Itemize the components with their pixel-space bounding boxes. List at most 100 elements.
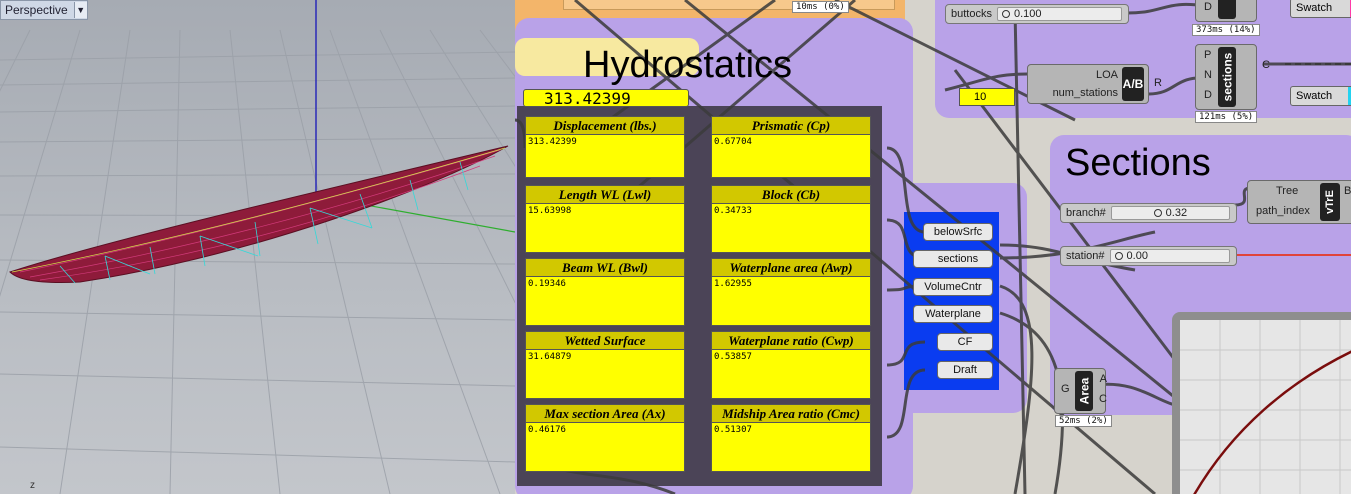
panel-label: Prismatic (Cp) <box>712 117 870 135</box>
graph-curve <box>1193 350 1351 494</box>
chevron-down-icon[interactable]: ▼ <box>73 2 87 18</box>
d-input: D <box>1204 1 1212 13</box>
area-component[interactable]: G Area A C <box>1054 368 1107 414</box>
area-block: Area <box>1075 371 1093 411</box>
output-cf[interactable]: CF <box>937 333 993 351</box>
sections-component[interactable]: P N D sections C <box>1195 44 1270 110</box>
sections-comp-text: sections <box>1220 52 1234 102</box>
main-value-panel[interactable]: 313.42399 <box>523 88 689 108</box>
axis-label: z <box>30 480 35 491</box>
path-index-input: path_index <box>1256 205 1310 217</box>
panel-value: 0.46176 <box>528 425 566 435</box>
output-waterplane[interactable]: Waterplane <box>913 305 993 323</box>
section-input-d: D <box>1204 89 1212 101</box>
panel-max-section-area[interactable]: Max section Area (Ax) 0.46176 <box>525 404 685 472</box>
area-input-g: G <box>1061 383 1070 395</box>
hydrostatics-title: Hydrostatics <box>583 44 793 86</box>
r-output: R <box>1154 77 1162 89</box>
branch-slider[interactable]: branch# 0.32 <box>1060 203 1237 223</box>
vtre-block: vTrE <box>1320 183 1340 221</box>
panel-value: 0.51307 <box>714 425 752 435</box>
panel-value: 15.63998 <box>528 206 572 216</box>
area-label: Area <box>1077 377 1091 405</box>
area-output-a: A <box>1099 373 1107 385</box>
output-belowsrfc[interactable]: belowSrfc <box>923 223 993 241</box>
ab-component[interactable]: LOA num_stations A/B R <box>1027 64 1162 104</box>
panel-label: Waterplane area (Awp) <box>712 259 870 277</box>
panel-length-wl[interactable]: Length WL (Lwl) 15.63998 <box>525 185 685 253</box>
slider-track[interactable]: 0.32 <box>1110 206 1230 220</box>
section-input-p: P <box>1204 49 1212 61</box>
sections-comp-label: sections <box>1218 47 1236 107</box>
panel-value: 0.19346 <box>528 279 566 289</box>
panel-label: Waterplane ratio (Cwp) <box>712 332 870 350</box>
panel-label: Displacement (lbs.) <box>526 117 684 135</box>
panel-value: 0.53857 <box>714 352 752 362</box>
panel-displacement[interactable]: Displacement (lbs.) 313.42399 <box>525 116 685 178</box>
d-component[interactable]: D <box>1195 0 1257 22</box>
slider-label: station# <box>1066 250 1105 262</box>
panel-label: Wetted Surface <box>526 332 684 350</box>
panel-label: Max section Area (Ax) <box>526 405 684 423</box>
panel-label: Beam WL (Bwl) <box>526 259 684 277</box>
sections-title: Sections <box>1065 142 1211 184</box>
panel-label: Length WL (Lwl) <box>526 186 684 204</box>
panel-waterplane-ratio[interactable]: Waterplane ratio (Cwp) 0.53857 <box>711 331 871 399</box>
area-output-c: C <box>1099 393 1107 405</box>
tree-output: Br <box>1344 185 1351 197</box>
panel-value: 31.64879 <box>528 352 572 362</box>
section-input-n: N <box>1204 69 1212 81</box>
output-label: sections <box>937 253 979 265</box>
buttocks-slider[interactable]: buttocks 0.100 <box>945 4 1129 24</box>
panel-value: 313.42399 <box>528 137 577 147</box>
ab-label: A/B <box>1122 67 1144 101</box>
graph-plot <box>1180 320 1351 494</box>
slider-track[interactable]: 0.00 <box>1109 249 1230 263</box>
swatch-component[interactable]: Swatch <box>1290 86 1351 106</box>
loa-input: LOA <box>1095 69 1118 81</box>
output-volumecntr[interactable]: VolumeCntr <box>913 278 993 296</box>
swatch-label: Swatch <box>1296 90 1333 102</box>
slider-value: 0.32 <box>1165 207 1188 219</box>
output-label: VolumeCntr <box>924 281 982 293</box>
graph-component[interactable] <box>1172 312 1351 494</box>
panel-midship-area-ratio[interactable]: Midship Area ratio (Cmc) 0.51307 <box>711 404 871 472</box>
rhino-viewport[interactable]: Perspective ▼ z <box>0 0 515 494</box>
timing-label: 52ms (2%) <box>1055 415 1112 427</box>
output-sections[interactable]: sections <box>913 250 993 268</box>
output-label: belowSrfc <box>933 226 983 238</box>
section-output-c: C <box>1262 59 1270 71</box>
output-label: CF <box>957 336 973 348</box>
num-stations-panel[interactable]: 10 <box>959 88 1015 106</box>
main-value: 313.42399 <box>544 88 631 108</box>
slider-value: 0.100 <box>1013 8 1042 20</box>
panel-prismatic[interactable]: Prismatic (Cp) 0.67704 <box>711 116 871 178</box>
timing-label: 10ms (0%) <box>792 1 849 13</box>
panel-label: Block (Cb) <box>712 186 870 204</box>
panel-wetted-surface[interactable]: Wetted Surface 31.64879 <box>525 331 685 399</box>
panel-beam-wl[interactable]: Beam WL (Bwl) 0.19346 <box>525 258 685 326</box>
swatch-component[interactable]: Swatch <box>1290 0 1351 18</box>
slider-track[interactable]: 0.100 <box>996 7 1122 21</box>
slider-value: 0.00 <box>1126 250 1148 262</box>
vtre-text: vTrE <box>1324 190 1337 214</box>
tree-component[interactable]: Tree path_index vTrE Br <box>1247 180 1351 224</box>
swatch-label: Swatch <box>1296 2 1333 14</box>
station-slider[interactable]: station# 0.00 <box>1060 246 1237 266</box>
panel-value: 1.62955 <box>714 279 752 289</box>
panel-value: 0.67704 <box>714 137 752 147</box>
slider-label: buttocks <box>951 8 992 20</box>
panel-value: 0.34733 <box>714 206 752 216</box>
viewport-tab[interactable]: Perspective ▼ <box>0 0 88 20</box>
panel-block[interactable]: Block (Cb) 0.34733 <box>711 185 871 253</box>
d-comp-block <box>1218 0 1236 19</box>
output-draft[interactable]: Draft <box>937 361 993 379</box>
tree-input: Tree <box>1276 185 1299 197</box>
panel-waterplane-area[interactable]: Waterplane area (Awp) 1.62955 <box>711 258 871 326</box>
output-label: Waterplane <box>925 308 981 320</box>
timing-label: 121ms (5%) <box>1195 111 1258 123</box>
grasshopper-canvas[interactable]: Hydrostatics 313.42399 Displacement (lbs… <box>515 0 1351 494</box>
slider-label: branch# <box>1066 207 1106 219</box>
viewport-scene <box>0 0 515 494</box>
panel-label: Midship Area ratio (Cmc) <box>712 405 870 423</box>
